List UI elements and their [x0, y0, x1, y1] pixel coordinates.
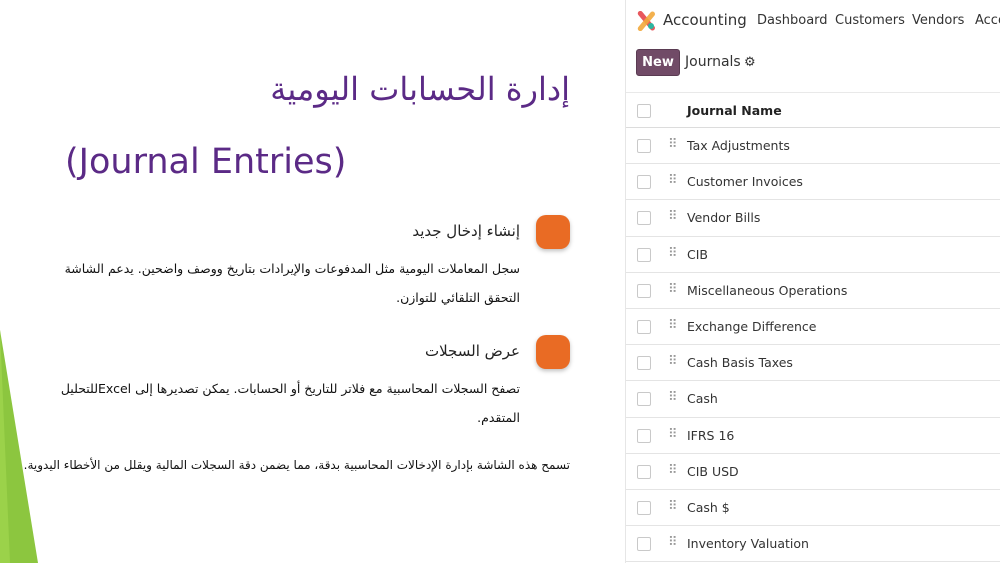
- row-checkbox[interactable]: [637, 319, 651, 334]
- drag-handle-icon[interactable]: ⠿: [668, 535, 677, 550]
- table-row[interactable]: ⠿ Cash $: [626, 490, 1000, 527]
- row-checkbox[interactable]: [637, 356, 651, 371]
- row-checkbox[interactable]: [637, 247, 651, 262]
- table-row[interactable]: ⠿ Miscellaneous Operations: [626, 273, 1000, 309]
- presentation-slide: إدارة الحسابات اليومية (Journal Entries)…: [0, 0, 625, 563]
- gear-icon[interactable]: ⚙: [744, 55, 756, 70]
- drag-handle-icon[interactable]: ⠿: [668, 209, 677, 224]
- new-button[interactable]: New: [636, 49, 680, 76]
- nav-customers[interactable]: Customers: [835, 13, 905, 28]
- drag-handle-icon[interactable]: ⠿: [668, 499, 677, 514]
- slide-footer-text: تسمح هذه الشاشة بإدارة الإدخالات المحاسب…: [23, 458, 570, 472]
- drag-handle-icon[interactable]: ⠿: [668, 390, 677, 405]
- drag-handle-icon[interactable]: ⠿: [668, 173, 677, 188]
- row-checkbox[interactable]: [637, 175, 651, 190]
- control-panel: New Journals ⚙: [626, 42, 1000, 90]
- section-heading-view-records: عرض السجلات: [424, 342, 520, 360]
- odoo-accounting-logo-icon[interactable]: [636, 11, 656, 31]
- drag-handle-icon[interactable]: ⠿: [668, 282, 677, 297]
- drag-handle-icon[interactable]: ⠿: [668, 246, 677, 261]
- journal-name-cell: Tax Adjustments: [687, 138, 790, 153]
- row-checkbox[interactable]: [637, 464, 651, 479]
- row-checkbox[interactable]: [637, 428, 651, 443]
- slide-title-english: (Journal Entries): [65, 142, 347, 182]
- journal-name-cell: Exchange Difference: [687, 318, 817, 334]
- drag-handle-icon[interactable]: ⠿: [668, 463, 677, 478]
- accounting-app-window: Accounting Dashboard Customers Vendors A…: [625, 0, 1000, 563]
- section-body-view-records: تصفح السجلات المحاسبية مع فلاتر للتاريخ …: [60, 381, 520, 425]
- breadcrumb-journals: Journals: [685, 54, 741, 70]
- journal-name-cell: Miscellaneous Operations: [687, 282, 848, 298]
- row-checkbox[interactable]: [637, 139, 651, 153]
- table-row[interactable]: ⠿ Inventory Valuation: [626, 526, 1000, 563]
- select-all-checkbox[interactable]: [637, 104, 651, 118]
- nav-vendors[interactable]: Vendors: [912, 13, 964, 28]
- journal-name-cell: Cash: [687, 391, 718, 407]
- journal-name-cell: CIB USD: [687, 463, 739, 479]
- nav-dashboard[interactable]: Dashboard: [757, 13, 828, 28]
- journal-name-cell: IFRS 16: [687, 427, 735, 443]
- drag-handle-icon[interactable]: ⠿: [668, 427, 677, 442]
- journal-name-cell: CIB: [687, 246, 708, 262]
- table-row[interactable]: ⠿ Cash Basis Taxes: [626, 345, 1000, 382]
- slide-title-arabic: إدارة الحسابات اليومية: [270, 70, 570, 108]
- bullet-shape: [536, 335, 570, 369]
- table-row[interactable]: ⠿ Vendor Bills: [626, 200, 1000, 237]
- green-accent-shape: [0, 330, 38, 563]
- table-row[interactable]: ⠿ IFRS 16: [626, 418, 1000, 454]
- table-row[interactable]: ⠿ Tax Adjustments: [626, 128, 1000, 165]
- journals-table: Journal Name ⠿ Tax Adjustments ⠿ Customer …: [626, 92, 1000, 563]
- section-heading-new-entry: إنشاء إدخال جديد: [412, 222, 520, 240]
- journal-name-cell: Vendor Bills: [687, 210, 761, 226]
- app-name[interactable]: Accounting: [663, 11, 747, 29]
- row-checkbox[interactable]: [637, 392, 651, 407]
- bullet-shape: [536, 215, 570, 249]
- table-row[interactable]: ⠿ CIB: [626, 237, 1000, 273]
- drag-handle-icon[interactable]: ⠿: [668, 137, 677, 152]
- row-checkbox[interactable]: [637, 211, 651, 226]
- section-body-new-entry: سجل المعاملات اليومية مثل المدفوعات والإ…: [64, 261, 520, 305]
- journal-name-cell: Inventory Valuation: [687, 536, 809, 552]
- row-checkbox[interactable]: [637, 537, 651, 552]
- table-row[interactable]: ⠿ Exchange Difference: [626, 309, 1000, 346]
- journal-name-cell: Cash $: [687, 499, 730, 515]
- drag-handle-icon[interactable]: ⠿: [668, 354, 677, 369]
- drag-handle-icon[interactable]: ⠿: [668, 318, 677, 333]
- journal-name-cell: Cash Basis Taxes: [687, 355, 793, 371]
- table-row[interactable]: ⠿ Cash: [626, 381, 1000, 418]
- column-header-journal-name[interactable]: Journal Name: [687, 103, 782, 118]
- nav-accounting[interactable]: Acco: [975, 13, 1000, 28]
- table-row[interactable]: ⠿ CIB USD: [626, 454, 1000, 490]
- table-row[interactable]: ⠿ Customer Invoices: [626, 164, 1000, 201]
- table-header-row: Journal Name: [626, 92, 1000, 128]
- top-navbar: Accounting Dashboard Customers Vendors A…: [626, 0, 1000, 42]
- journal-name-cell: Customer Invoices: [687, 174, 803, 190]
- row-checkbox[interactable]: [637, 500, 651, 515]
- row-checkbox[interactable]: [637, 283, 651, 298]
